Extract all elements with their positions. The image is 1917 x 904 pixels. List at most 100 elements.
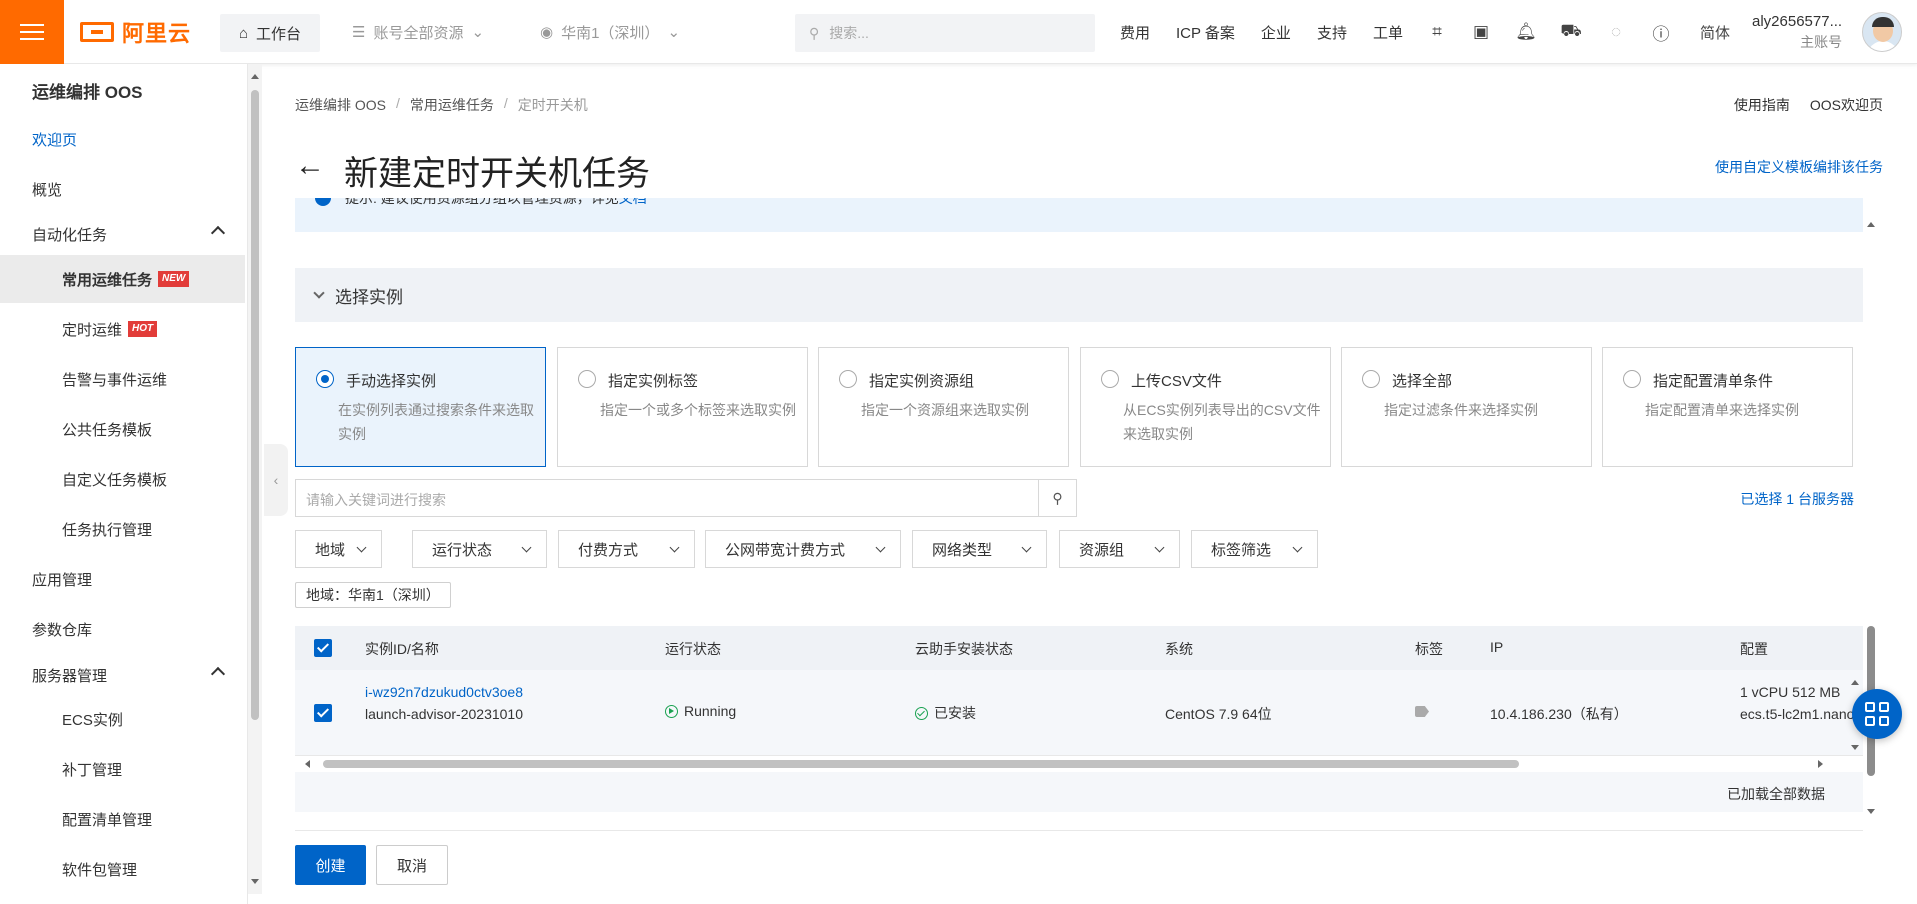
resource-scope-dropdown[interactable]: ☰ 账号全部资源 ⌄	[352, 20, 484, 44]
back-arrow-icon[interactable]: ←	[295, 151, 325, 181]
sidebar-item-common-tasks[interactable]: 常用运维任务 NEW	[0, 255, 245, 303]
search-icon[interactable]: ⚲	[1038, 480, 1076, 516]
mode-card-all[interactable]: 选择全部 指定过滤条件来选择实例	[1341, 347, 1592, 467]
custom-template-link[interactable]: 使用自定义模板编排该任务	[1715, 157, 1883, 177]
radio[interactable]	[1623, 370, 1641, 388]
oos-welcome-link[interactable]: OOS欢迎页	[1810, 95, 1883, 115]
radio-selected[interactable]	[316, 370, 334, 388]
mode-card-tags[interactable]: 指定实例标签 指定一个或多个标签来选取实例	[557, 347, 808, 467]
avatar[interactable]	[1862, 12, 1902, 52]
breadcrumb-oos[interactable]: 运维编排 OOS	[295, 95, 386, 115]
mode-card-inventory[interactable]: 指定配置清单条件 指定配置清单来选择实例	[1602, 347, 1853, 467]
filter-status[interactable]: 运行状态	[412, 530, 547, 568]
top-link-icp[interactable]: ICP 备案	[1176, 22, 1235, 43]
sidebar-item-automation[interactable]: 自动化任务	[0, 210, 245, 258]
instance-search-input[interactable]: 请输入关键词进行搜索 ⚲	[295, 479, 1077, 517]
breadcrumb: 运维编排 OOS / 常用运维任务 / 定时开关机	[295, 95, 588, 115]
radio[interactable]	[839, 370, 857, 388]
top-link-ticket[interactable]: 工单	[1373, 22, 1403, 43]
stack-icon: ☰	[352, 24, 366, 41]
sidebar-item-ecs[interactable]: ECS实例	[0, 695, 245, 743]
radio[interactable]	[578, 370, 596, 388]
tip-banner: 提示: 建议使用资源组分组以管理资源，详见文档	[295, 198, 1863, 232]
workbench-button[interactable]: ⌂ 工作台	[220, 14, 320, 52]
top-link-support[interactable]: 支持	[1317, 22, 1347, 43]
aliyun-logo[interactable]: 阿里云	[80, 20, 191, 46]
top-navbar: 阿里云 ⌂ 工作台 ☰ 账号全部资源 ⌄ ◉ 华南1（深圳） ⌄ ⚲ 搜索...…	[0, 0, 1917, 64]
col-agent: 云助手安装状态	[915, 641, 1013, 657]
mode-card-resource-group[interactable]: 指定实例资源组 指定一个资源组来选取实例	[818, 347, 1069, 467]
agent-installed: 已安装	[915, 703, 976, 723]
floating-apps-button[interactable]	[1852, 689, 1902, 739]
sidebar-item-overview[interactable]: 概览	[0, 165, 245, 213]
selected-count-link[interactable]: 已选择 1 台服务器	[1740, 489, 1854, 509]
instance-name: launch-advisor-20231010	[365, 706, 523, 722]
cart-icon[interactable]: ⛟	[1560, 21, 1581, 42]
filter-resource-group[interactable]: 资源组	[1059, 530, 1180, 568]
status-running: Running	[665, 703, 736, 719]
chevron-down-icon	[356, 542, 367, 553]
sidebar-item-public-templates[interactable]: 公共任务模板	[0, 405, 245, 453]
hamburger-menu-icon[interactable]	[0, 0, 64, 64]
header-links: 使用指南 OOS欢迎页	[1734, 95, 1883, 115]
sidebar-item-server-mgmt[interactable]: 服务器管理	[0, 651, 245, 699]
bulb-icon[interactable]: ◌	[1606, 22, 1626, 42]
sidebar-item-packages[interactable]: 软件包管理	[0, 845, 245, 893]
filter-billing[interactable]: 付费方式	[558, 530, 695, 568]
search-icon: ⚲	[809, 24, 820, 41]
sidebar-item-param-store[interactable]: 参数仓库	[0, 605, 245, 653]
filter-network-type[interactable]: 网络类型	[912, 530, 1047, 568]
create-button[interactable]: 创建	[295, 845, 366, 885]
new-badge: NEW	[158, 271, 190, 287]
sidebar-item-custom-templates[interactable]: 自定义任务模板	[0, 455, 245, 503]
section-select-instances[interactable]: 选择实例	[295, 268, 1863, 322]
sidebar-item-patch[interactable]: 补丁管理	[0, 745, 245, 793]
top-link-enterprise[interactable]: 企业	[1261, 22, 1291, 43]
region-dropdown[interactable]: ◉ 华南1（深圳） ⌄	[540, 20, 680, 44]
sidebar-item-inventory[interactable]: 配置清单管理	[0, 795, 245, 843]
chevron-up-icon	[210, 666, 226, 682]
chevron-down-icon	[1154, 542, 1165, 553]
col-instance: 实例ID/名称	[365, 641, 439, 657]
top-links: 费用 ICP 备案 企业 支持 工单	[1120, 20, 1429, 44]
ai-assistant-icon[interactable]: ⌗	[1427, 22, 1447, 42]
sidebar-item-execution-mgmt[interactable]: 任务执行管理	[0, 505, 245, 553]
filter-region[interactable]: 地域	[295, 530, 382, 568]
instance-table: 实例ID/名称 运行状态 云助手安装状态 系统 标签 IP 配置 i-wz92n…	[295, 626, 1863, 812]
breadcrumb-common-tasks[interactable]: 常用运维任务	[410, 95, 494, 115]
collapse-sidebar-button[interactable]: ‹	[264, 444, 288, 516]
sidebar-item-app-mgmt[interactable]: 应用管理	[0, 555, 245, 603]
help-icon[interactable]: ⓘ	[1651, 22, 1671, 44]
check-circle-icon	[915, 706, 928, 720]
tip-doc-link[interactable]: 文档	[619, 198, 647, 206]
mode-card-manual[interactable]: 手动选择实例 在实例列表通过搜索条件来选取实例	[295, 347, 546, 467]
table-horizontal-scrollbar[interactable]	[295, 756, 1863, 772]
instance-id-link[interactable]: i-wz92n7dzukud0ctv3oe8	[365, 684, 523, 700]
bell-icon[interactable]: 🔔︎	[1515, 22, 1537, 42]
terminal-icon[interactable]: ▣	[1471, 22, 1491, 42]
language-switch[interactable]: 简体	[1700, 22, 1730, 42]
filter-tags[interactable]: 标签筛选	[1191, 530, 1318, 568]
tag-icon[interactable]	[1415, 706, 1429, 717]
top-link-fees[interactable]: 费用	[1120, 22, 1150, 43]
region-filter-chip[interactable]: 地域：华南1（深圳）	[295, 582, 451, 608]
row-checkbox[interactable]	[314, 704, 332, 722]
page-title: 新建定时开关机任务	[344, 155, 650, 193]
sidebar-item-scheduled-ops[interactable]: 定时运维 HOT	[0, 305, 245, 353]
cancel-button[interactable]: 取消	[376, 845, 448, 885]
radio[interactable]	[1101, 370, 1119, 388]
home-icon: ⌂	[238, 24, 249, 42]
sidebar: 运维编排 OOS 欢迎页 概览 自动化任务 常用运维任务 NEW 定时运维 HOT …	[0, 64, 248, 904]
radio[interactable]	[1362, 370, 1380, 388]
user-menu[interactable]: aly2656577... 主账号	[1752, 12, 1842, 52]
table-footer: 已加载全部数据	[295, 772, 1863, 812]
sidebar-item-alert-ops[interactable]: 告警与事件运维	[0, 355, 245, 403]
sidebar-scrollbar[interactable]	[248, 64, 262, 894]
mode-card-csv[interactable]: 上传CSV文件 从ECS实例列表导出的CSV文件来选取实例	[1080, 347, 1331, 467]
global-search-input[interactable]: ⚲ 搜索...	[795, 14, 1095, 52]
select-all-checkbox[interactable]	[314, 639, 332, 657]
sidebar-item-welcome[interactable]: 欢迎页	[0, 115, 245, 163]
filter-bandwidth-billing[interactable]: 公网带宽计费方式	[705, 530, 901, 568]
table-row[interactable]: i-wz92n7dzukud0ctv3oe8 launch-advisor-20…	[295, 670, 1863, 756]
guide-link[interactable]: 使用指南	[1734, 95, 1790, 115]
